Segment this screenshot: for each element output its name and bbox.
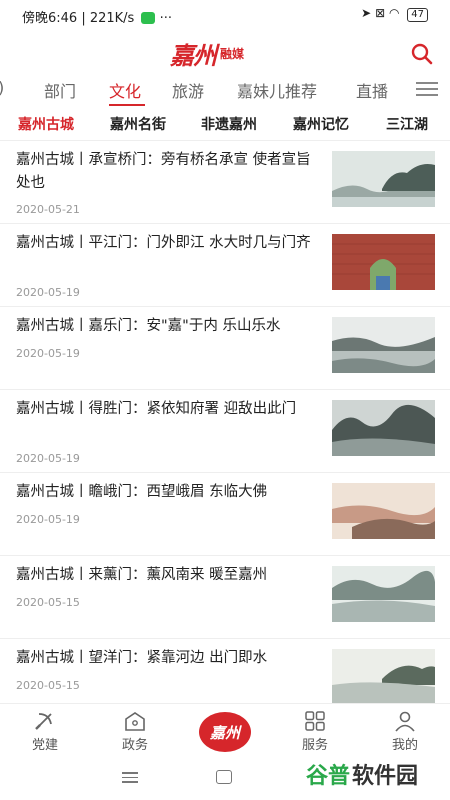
category-tabs: ) 部门 文化 旅游 嘉妹儿推荐 直播 — [0, 78, 450, 106]
home-button-icon[interactable] — [216, 770, 232, 784]
list-item[interactable]: 嘉州古城丨承宣桥门：旁有桥名承宣 使者宣旨处也 2020-05-21 — [0, 141, 450, 224]
article-thumbnail — [332, 566, 435, 622]
watermark-part2: 软件园 — [352, 764, 419, 789]
nav-party-label: 党建 — [31, 738, 58, 753]
nav-government[interactable]: 政务 — [105, 710, 165, 753]
status-bar: 傍晚6:46 | 221K/s ··· ➤ ⊠ ◠ 47 — [0, 0, 450, 30]
search-icon[interactable] — [410, 42, 434, 66]
list-item[interactable]: 嘉州古城丨嘉乐门：安"嘉"于内 乐山乐水 2020-05-19 — [0, 307, 450, 390]
tab-department[interactable]: 部门 — [44, 78, 76, 102]
nav-government-label: 政务 — [121, 738, 148, 753]
article-title: 嘉州古城丨得胜门：紧依知府署 迎敌出此门 — [16, 401, 297, 417]
article-date: 2020-05-19 — [16, 347, 80, 360]
grid-icon — [305, 711, 325, 731]
article-title: 嘉州古城丨承宣桥门：旁有桥名承宣 使者宣旨处也 — [16, 152, 311, 191]
list-item[interactable]: 嘉州古城丨瞻峨门：西望峨眉 东临大佛 2020-05-19 — [0, 473, 450, 556]
subtab-famous-streets[interactable]: 嘉州名街 — [110, 114, 166, 134]
article-title: 嘉州古城丨瞻峨门：西望峨眉 东临大佛 — [16, 484, 268, 500]
article-thumbnail — [332, 649, 435, 703]
article-thumbnail — [332, 234, 435, 290]
recent-apps-icon[interactable] — [122, 772, 138, 784]
government-icon — [125, 712, 145, 731]
tab-live[interactable]: 直播 — [356, 78, 388, 102]
logo-main: 嘉州 — [170, 40, 217, 70]
nav-mine[interactable]: 我的 — [375, 710, 435, 753]
subtab-memory[interactable]: 嘉州记忆 — [293, 114, 349, 134]
nav-mine-label: 我的 — [391, 738, 418, 753]
status-right: ➤ ⊠ ◠ 47 — [361, 6, 428, 22]
sub-tabs: 嘉州古城 嘉州名街 非遗嘉州 嘉州记忆 三江湖 — [0, 108, 450, 141]
menu-dots: ··· — [159, 11, 173, 26]
list-item[interactable]: 嘉州古城丨望洋门：紧靠河边 出门即水 2020-05-15 — [0, 639, 450, 703]
article-thumbnail — [332, 400, 435, 456]
article-title: 嘉州古城丨来薰门：薰风南来 暖至嘉州 — [16, 567, 268, 583]
article-title: 嘉州古城丨望洋门：紧靠河边 出门即水 — [16, 650, 268, 666]
wifi-icon: ◠ — [388, 6, 400, 20]
nav-service-label: 服务 — [301, 738, 328, 753]
watermark: 谷普 软件园 — [306, 757, 418, 791]
nav-party[interactable]: 党建 — [15, 710, 75, 753]
subtab-heritage[interactable]: 非遗嘉州 — [201, 114, 257, 134]
watermark-part1: 谷普 — [306, 764, 351, 789]
article-date: 2020-05-19 — [16, 286, 80, 299]
article-date: 2020-05-19 — [16, 452, 80, 465]
user-icon — [395, 711, 415, 732]
article-date: 2020-05-21 — [16, 203, 80, 216]
wechat-icon — [141, 12, 156, 24]
tab-culture[interactable]: 文化 — [109, 78, 141, 102]
subtab-ancient-city[interactable]: 嘉州古城 — [18, 114, 74, 134]
app-logo: 嘉州 融媒 — [170, 38, 245, 70]
article-title: 嘉州古城丨嘉乐门：安"嘉"于内 乐山乐水 — [16, 318, 281, 334]
party-emblem-icon — [35, 713, 52, 730]
list-item[interactable]: 嘉州古城丨平江门：门外即江 水大时几与门齐 2020-05-19 — [0, 224, 450, 307]
nav-home-logo[interactable]: 嘉州 — [199, 712, 251, 752]
list-item[interactable]: 嘉州古城丨来薰门：薰风南来 暖至嘉州 2020-05-15 — [0, 556, 450, 639]
tab-overflow-left: ) — [0, 78, 4, 97]
bottom-nav: 党建 政务 嘉州 服务 我的 — [0, 703, 450, 759]
article-date: 2020-05-15 — [16, 596, 80, 609]
status-time-speed: 傍晚6:46 | 221K/s — [22, 11, 135, 26]
article-title: 嘉州古城丨平江门：门外即江 水大时几与门齐 — [16, 235, 311, 251]
battery-icon: 47 — [407, 8, 428, 22]
tab-tourism[interactable]: 旅游 — [172, 78, 204, 102]
menu-icon[interactable] — [416, 82, 438, 98]
article-list: 嘉州古城丨承宣桥门：旁有桥名承宣 使者宣旨处也 2020-05-21 嘉州古城丨… — [0, 141, 450, 703]
active-tab-underline — [109, 104, 145, 106]
article-thumbnail — [332, 317, 435, 373]
list-item[interactable]: 嘉州古城丨得胜门：紧依知府署 迎敌出此门 2020-05-19 — [0, 390, 450, 473]
article-date: 2020-05-19 — [16, 513, 80, 526]
logo-sub: 融媒 — [220, 46, 245, 61]
nav-service[interactable]: 服务 — [285, 710, 345, 753]
article-thumbnail — [332, 151, 435, 207]
app-header: 嘉州 融媒 — [0, 30, 450, 76]
article-date: 2020-05-15 — [16, 679, 80, 692]
no-sim-icon: ⊠ — [375, 6, 386, 20]
article-thumbnail — [332, 483, 435, 539]
tab-recommend[interactable]: 嘉妹儿推荐 — [237, 78, 317, 102]
status-left: 傍晚6:46 | 221K/s ··· — [22, 7, 172, 26]
location-icon: ➤ — [361, 6, 372, 20]
subtab-three-rivers[interactable]: 三江湖 — [386, 114, 428, 134]
